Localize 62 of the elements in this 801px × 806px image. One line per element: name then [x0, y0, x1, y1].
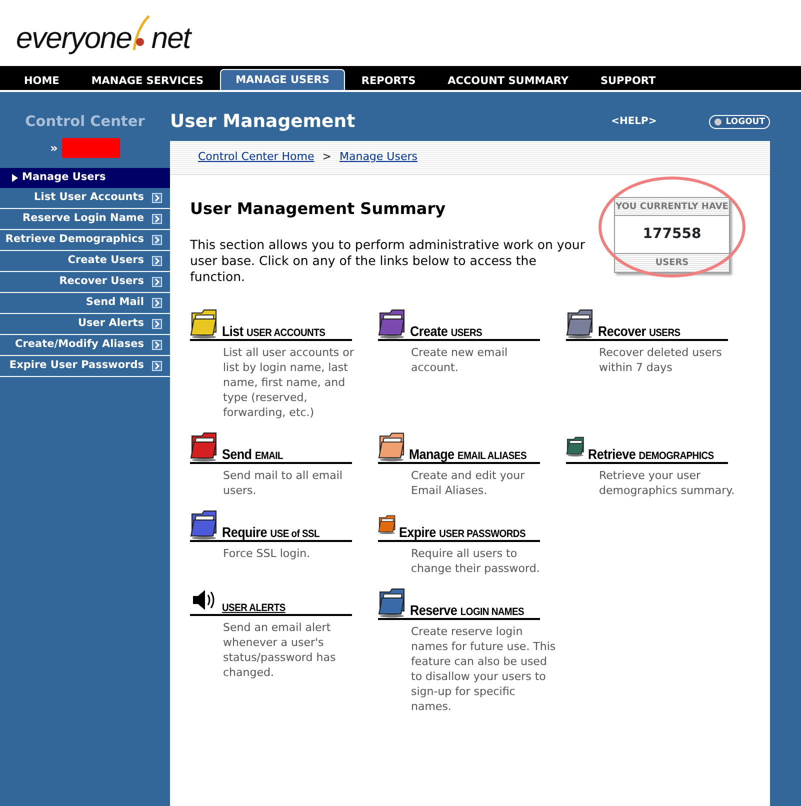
knob-icon	[714, 118, 722, 126]
feature-description: Create and edit your Email Aliases.	[410, 468, 526, 498]
sidebar-item[interactable]: Reserve Login Name	[0, 208, 170, 230]
chevron-icon	[152, 234, 162, 244]
redacted-block	[62, 138, 120, 158]
feature-link[interactable]: List USER ACCOUNTS	[222, 324, 326, 338]
sidebar-section[interactable]: Manage Users	[0, 168, 170, 188]
sidebar-item[interactable]: User Alerts	[0, 314, 170, 334]
sidebar-item[interactable]: Send Mail	[0, 292, 170, 314]
summary-title: User Management Summary	[190, 198, 447, 220]
feature-link[interactable]: Manage EMAIL ALIASES	[409, 447, 527, 462]
feature-description: Require all users to change their password.	[410, 546, 541, 576]
user-prefix: »	[50, 140, 58, 157]
summary-text: This section allows you to perform administrative work on your user base. Click on any of the links below to access the function.	[190, 236, 586, 284]
nav-tab[interactable]: REPORTS	[345, 71, 432, 90]
nav-tab[interactable]: MANAGE SERVICES	[75, 71, 220, 90]
feature-link[interactable]: Reserve LOGIN NAMES	[410, 603, 524, 618]
nav-tab[interactable]: HOME	[8, 71, 76, 90]
sidebar-item[interactable]: Create/Modify Aliases	[0, 334, 170, 356]
user-count: 177558	[615, 215, 729, 254]
logo: everyone net	[16, 14, 190, 54]
feature-link[interactable]: Expire USER PASSWORDS	[399, 525, 526, 540]
page-title: User Management	[170, 110, 356, 134]
sidebar-item[interactable]: Retrieve Demographics	[0, 230, 170, 250]
chevron-icon	[152, 318, 162, 328]
breadcrumb-link[interactable]: Manage Users	[339, 149, 418, 166]
feature-description: Send mail to all email users.	[222, 468, 344, 498]
sidebar-item[interactable]: Create Users	[0, 250, 170, 272]
breadcrumb-link[interactable]: Control Center Home	[198, 149, 314, 166]
feature-description: Recover deleted users within 7 days	[598, 344, 723, 374]
logout-button[interactable]: LOGOUT	[708, 114, 770, 128]
feature-description: Retrieve your user demographics summary.	[598, 468, 736, 498]
feature-description: Create reserve login names for future use. This feature can also be used to disallow your users to sign-up for specific names.	[410, 624, 557, 714]
feature-link[interactable]: Recover USERS	[598, 324, 680, 338]
chevron-icon	[152, 276, 162, 286]
feature-description: Force SSL login.	[222, 546, 312, 560]
feature-link[interactable]: USER ALERTS	[222, 599, 286, 614]
feature-link[interactable]: Send EMAIL	[222, 447, 284, 462]
sidebar-item[interactable]: Expire User Passwords	[0, 356, 170, 376]
nav-tab[interactable]: SUPPORT	[584, 71, 672, 90]
feature-link[interactable]: Retrieve DEMOGRAPHICS	[588, 447, 714, 462]
chevron-icon	[152, 256, 162, 266]
feature-link[interactable]: Require USE of SSL	[222, 525, 320, 540]
chevron-icon	[152, 340, 162, 350]
feature-description: Send an email alert whenever a user's status/password has changed.	[222, 620, 337, 680]
feature-description: Create new email account.	[410, 344, 509, 374]
chevron-icon	[152, 298, 162, 308]
triangle-icon	[12, 174, 18, 182]
chevron-icon	[152, 192, 162, 202]
help-link[interactable]: <HELP>	[611, 114, 657, 129]
nav-tab[interactable]: MANAGE USERS	[220, 69, 346, 90]
counter-label: USERS	[654, 257, 690, 270]
sidebar-item[interactable]: List User Accounts	[0, 188, 170, 208]
counter-label: YOU CURRENTLY HAVE	[615, 200, 729, 214]
chevron-icon	[152, 360, 162, 370]
feature-link[interactable]: Create USERS	[410, 324, 482, 338]
chevron-icon	[152, 214, 162, 224]
feature-description: List all user accounts or list by login name, last name, first name, and type (reserved, forwarding, etc.)	[222, 344, 355, 420]
nav-tab[interactable]: ACCOUNT SUMMARY	[432, 71, 584, 90]
sidebar-title: Control Center	[24, 113, 146, 132]
breadcrumb-separator: >	[322, 149, 332, 165]
sidebar-item[interactable]: Recover Users	[0, 272, 170, 292]
